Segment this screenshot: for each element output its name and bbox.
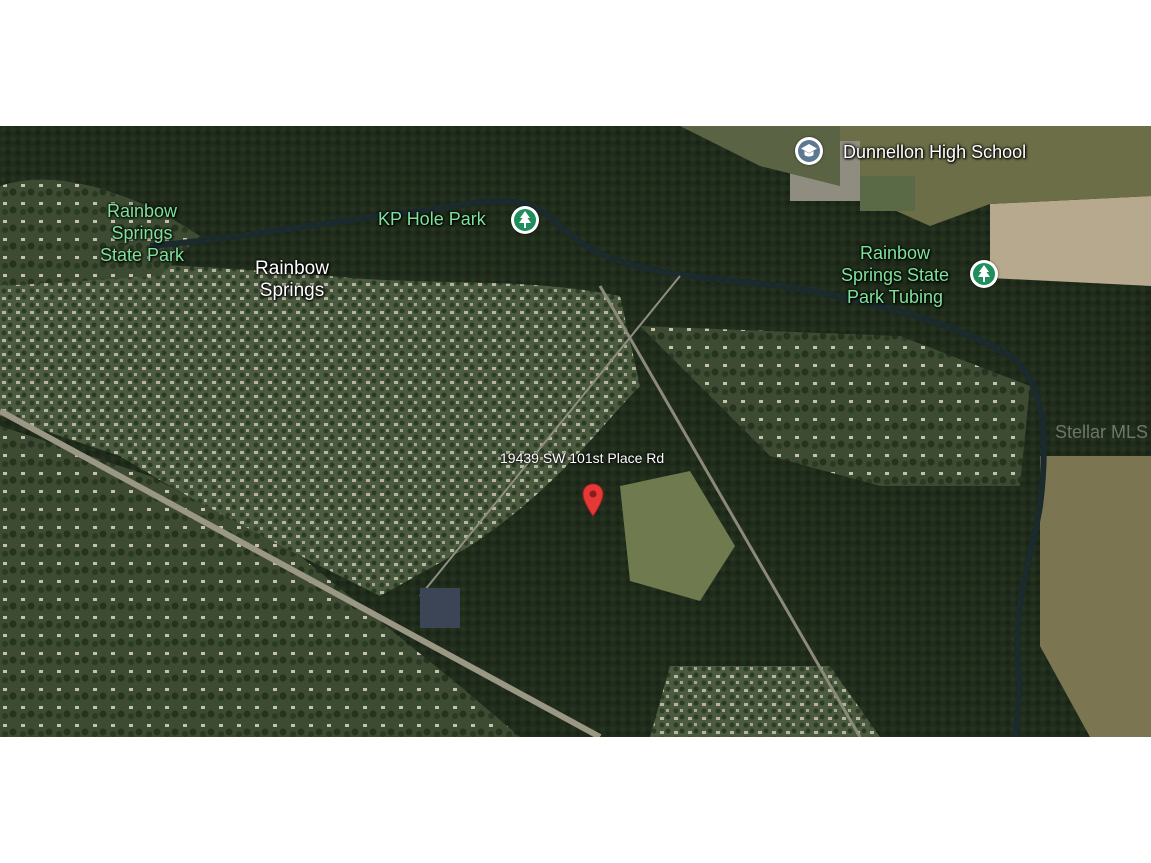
aerial-map[interactable]: Rainbow Springs State Park KP Hole Park … <box>0 126 1151 737</box>
kp-hole-park-label[interactable]: KP Hole Park <box>378 208 486 230</box>
dunnellon-high-school-label[interactable]: Dunnellon High School <box>843 141 1026 163</box>
school-icon <box>801 144 817 157</box>
tree-icon <box>978 265 990 282</box>
stellar-mls-watermark: Stellar MLS <box>1055 422 1149 442</box>
tubing-park-tree-icon[interactable] <box>970 260 998 288</box>
kp-hole-park-tree-icon[interactable] <box>511 206 539 234</box>
location-pin-icon[interactable] <box>582 483 604 517</box>
rainbow-springs-label[interactable]: Rainbow Springs <box>238 258 346 302</box>
address-label: 19439 SW 101st Place Rd <box>500 450 665 466</box>
rainbow-springs-state-park-label[interactable]: Rainbow Springs State Park <box>88 200 196 266</box>
dunnellon-high-school-icon[interactable] <box>795 137 823 165</box>
tree-icon <box>519 211 531 228</box>
rainbow-springs-state-park-tubing-label[interactable]: Rainbow Springs State Park Tubing <box>830 242 960 308</box>
